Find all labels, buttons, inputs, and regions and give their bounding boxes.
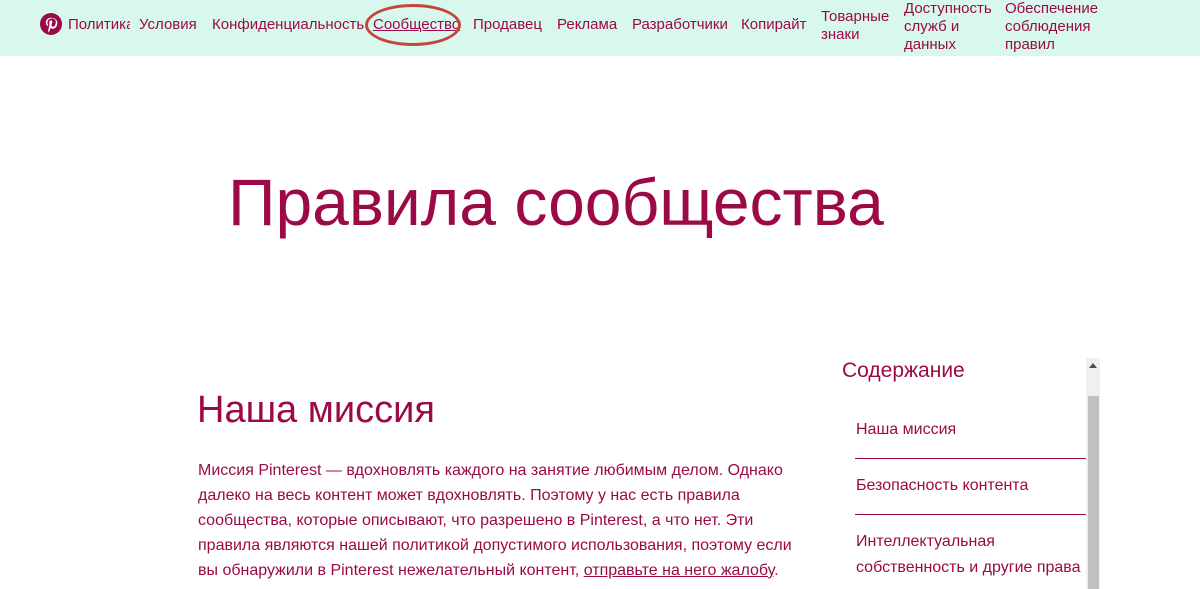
nav-item-privacy[interactable]: Конфиденциальность — [212, 16, 364, 34]
nav-item-terms[interactable]: Условия — [139, 16, 197, 34]
scroll-up-arrow-icon[interactable] — [1086, 358, 1100, 372]
mission-line-suffix: . — [774, 562, 779, 579]
mission-line: Миссия Pinterest — вдохновлять каждого н… — [198, 462, 783, 479]
nav-item-availability[interactable]: Доступность служб и данных — [904, 0, 996, 54]
nav-item-trademarks[interactable]: Товарные знаки — [821, 8, 893, 44]
nav-item-policy[interactable]: Политика — [68, 16, 130, 34]
top-navigation: Политика Условия Конфиденциальность Сооб… — [0, 0, 1200, 56]
toc-divider — [855, 514, 1086, 515]
nav-item-merchant[interactable]: Продавец — [473, 16, 542, 34]
toc-item-mission[interactable]: Наша миссия — [856, 417, 1084, 443]
toc-heading: Содержание — [842, 359, 965, 382]
nav-item-advertising[interactable]: Реклама — [557, 16, 617, 34]
mission-line-prefix: вы обнаружили в Pinterest нежелательный … — [198, 562, 584, 579]
page-title: Правила сообщества — [228, 165, 884, 239]
toc-item-intellectual-property[interactable]: Интеллектуальная собственность и другие … — [856, 529, 1084, 581]
mission-paragraph: Миссия Pinterest — вдохновлять каждого н… — [198, 458, 792, 583]
report-content-link[interactable]: отправьте на него жалобу — [584, 562, 774, 579]
toc-scrollbar-thumb[interactable] — [1088, 396, 1099, 589]
mission-line: сообщества, которые описывают, что разре… — [198, 512, 754, 529]
nav-item-developers[interactable]: Разработчики — [632, 16, 728, 34]
nav-item-copyright[interactable]: Копирайт — [741, 16, 807, 34]
toc-item-content-safety[interactable]: Безопасность контента — [856, 473, 1084, 499]
mission-line: вы обнаружили в Pinterest нежелательный … — [198, 558, 788, 583]
nav-item-enforcement[interactable]: Обеспечение соблюдения правил — [1005, 0, 1103, 54]
toc-divider — [855, 458, 1086, 459]
mission-line: правила являются нашей политикой допусти… — [198, 537, 792, 554]
nav-item-community[interactable]: Сообщество — [373, 16, 460, 34]
pinterest-logo-icon[interactable] — [40, 13, 62, 35]
section-heading-mission: Наша миссия — [197, 389, 435, 431]
mission-line: далеко на весь контент может вдохновлять… — [198, 487, 740, 504]
